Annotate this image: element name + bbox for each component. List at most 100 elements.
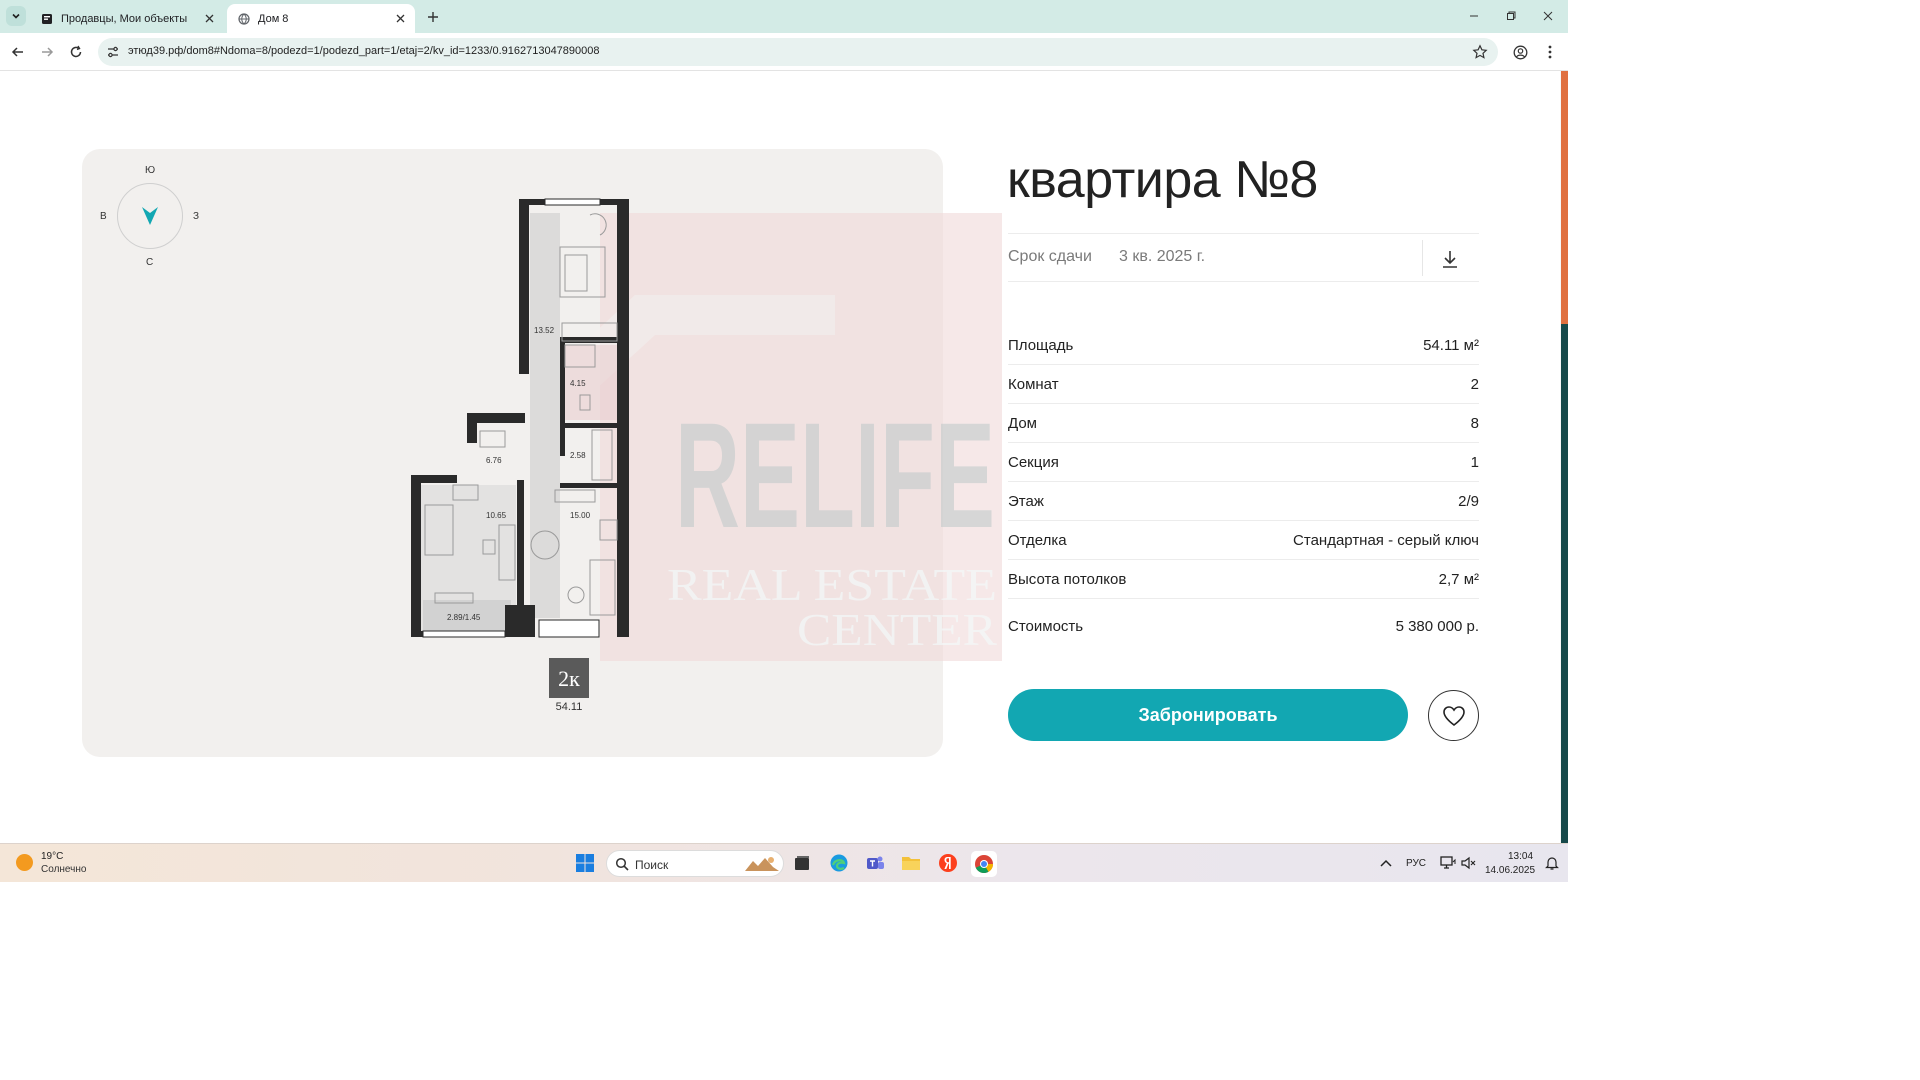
forward-button[interactable] [38,43,56,61]
input-language[interactable]: РУС [1406,858,1426,869]
spec-row-finish: Отделка Стандартная - серый ключ [1008,521,1479,560]
tab-sellers[interactable]: Продавцы, Мои объекты [30,4,224,33]
close-tab-icon[interactable] [393,11,407,25]
favorite-button[interactable] [1428,690,1479,741]
spec-row-area: Площадь 54.11 м² [1008,326,1479,365]
taskbar-search[interactable]: Поиск [606,850,784,877]
arrow-left-icon [11,47,23,57]
tray-overflow-button[interactable] [1374,851,1398,875]
weather-sun-icon[interactable] [16,854,33,871]
spec-value: 2,7 м² [1438,571,1479,588]
book-button[interactable]: Забронировать [1008,689,1408,741]
tab-search-button[interactable] [6,6,26,26]
tab-dom8[interactable]: Дом 8 [227,4,415,33]
back-button[interactable] [9,43,27,61]
watermark-line1: REAL ESTATE [667,559,997,610]
address-bar[interactable]: этюд39.рф/dom8#Ndoma=8/podezd=1/podezd_p… [98,38,1498,66]
tab-title: Продавцы, Мои объекты [61,12,188,25]
spec-label: Дом [1008,415,1037,432]
close-tab-icon[interactable] [202,11,216,25]
start-button[interactable] [573,851,597,875]
heart-icon [1442,705,1465,726]
spec-value: 8 [1470,415,1479,432]
task-view-app[interactable] [790,851,814,875]
spec-label: Комнат [1008,376,1059,393]
spec-value: Стандартная - серый ключ [1293,532,1479,549]
room-area: 10.65 [486,511,507,520]
chrome-app[interactable] [971,851,997,877]
browser-menu-button[interactable] [1541,43,1559,61]
profile-icon [1513,45,1527,59]
spec-value: 54.11 м² [1423,337,1479,354]
reload-button[interactable] [67,43,85,61]
reload-icon [70,45,82,58]
spec-label: Высота потолков [1008,571,1127,588]
spec-label: Этаж [1008,493,1044,510]
spec-value: 2 [1470,376,1479,393]
edge-app[interactable] [827,851,851,875]
room-area: 15.00 [570,511,591,520]
watermark-line2: CENTER [797,604,997,655]
tab-strip: Продавцы, Мои объекты Дом 8 [0,0,1568,33]
notification-bell-icon [1545,857,1559,870]
scrollbar-rest [1561,324,1568,843]
apartment-title: квартира №8 [1007,151,1318,209]
minimize-icon [1470,15,1478,17]
clock-date[interactable]: 14.06.2025 [1485,865,1535,876]
deadline-label: Срок сдачи [1008,248,1092,265]
spec-label: Секция [1008,454,1059,471]
bookmark-star-icon[interactable] [1472,44,1488,60]
deadline-row: Срок сдачи 3 кв. 2025 г. [1008,233,1479,282]
close-window-button[interactable] [1540,8,1556,24]
spec-value: 1 [1470,454,1479,471]
profile-button[interactable] [1511,43,1529,61]
room-area: 13.52 [534,326,555,335]
yandex-browser-app[interactable] [936,851,960,875]
document-icon [40,12,53,25]
compass-arrow-icon [142,207,158,225]
file-explorer-app[interactable] [899,851,923,875]
compass-east: В [100,211,107,222]
network-icon [1440,856,1456,869]
notifications-button[interactable] [1540,851,1564,875]
weather-temperature[interactable]: 19°C [41,851,63,862]
minimize-button[interactable] [1466,8,1482,24]
search-icon [615,857,629,871]
weather-description[interactable]: Солнечно [41,864,86,875]
browser-toolbar: этюд39.рф/dom8#Ndoma=8/podezd=1/podezd_p… [0,33,1568,71]
spec-value: 2/9 [1458,493,1479,510]
room-area: 2.58 [570,451,586,460]
teams-app[interactable] [863,851,887,875]
floor-plan[interactable]: RELIFE REAL ESTATE CENTER 13.52 4.15 2.5… [405,195,1005,720]
windows-logo-icon [576,854,594,872]
close-icon [1543,11,1553,21]
speaker-icon [1461,856,1476,870]
task-view-icon [795,856,809,870]
room-area: 6.76 [486,456,502,465]
arrow-right-icon [42,47,54,57]
room-type-text: 2к [558,666,580,691]
restore-icon [1507,11,1516,20]
compass-west: З [193,211,200,222]
scrollbar-thumb[interactable] [1561,71,1568,324]
spec-label: Отделка [1008,532,1067,549]
clock-time[interactable]: 13:04 [1508,851,1533,862]
search-label: Поиск [635,858,669,872]
new-tab-button[interactable] [424,8,442,26]
globe-icon [237,12,250,25]
edge-icon [830,854,848,872]
download-button[interactable] [1438,247,1462,271]
teams-icon [867,856,884,869]
search-highlight-icon [745,857,779,871]
site-settings-icon[interactable] [106,45,120,59]
plus-icon [428,12,438,22]
price-label: Стоимость [1008,618,1084,635]
taskbar: 19°C Солнечно Поиск РУС 13:04 14.06.2025 [0,843,1568,882]
restore-button[interactable] [1503,8,1519,24]
price-row: Стоимость 5 380 000 р. [1008,607,1479,646]
compass-south: Ю [145,165,156,176]
volume-button[interactable] [1456,851,1480,875]
url-text: этюд39.рф/dom8#Ndoma=8/podezd=1/podezd_p… [128,45,600,57]
watermark-brand: RELIFE [675,391,995,559]
deadline-value: 3 кв. 2025 г. [1119,248,1206,265]
